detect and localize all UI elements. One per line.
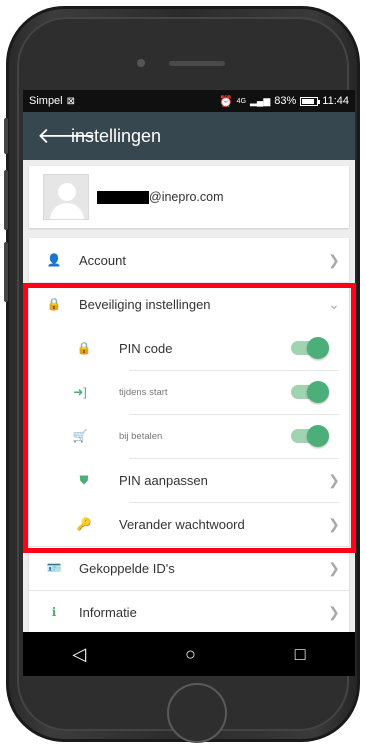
signal-label: 4G (236, 97, 247, 105)
page-title: instellingen (71, 125, 162, 146)
menu-item-when-paying: 🛒 bij betalen (29, 414, 349, 458)
menu-label: tijdens start (119, 386, 168, 398)
key-icon: 🔑 (76, 517, 92, 531)
android-nav-bar: ◁ ○ □ (23, 632, 355, 676)
shield-icon: ⛊ (79, 472, 89, 487)
earpiece-speaker (169, 61, 225, 66)
front-camera (137, 59, 145, 67)
status-bar: Simpel ⊠ ⏰ 4G ▂▄▆ 83% 11:44 (23, 90, 355, 112)
menu-label: Informatie (79, 604, 137, 620)
info-icon: ℹ (51, 605, 57, 619)
nav-home-icon[interactable]: ○ (185, 644, 196, 665)
battery-icon (300, 96, 321, 106)
lock-icon: 🔒 (46, 297, 62, 311)
avatar (43, 174, 89, 220)
email-domain: @inepro.com (149, 190, 224, 204)
menu-item-during-start: ➜] tijdens start (29, 370, 349, 414)
alarm-icon: ⏰ (218, 95, 233, 108)
chevron-down-icon: ⌄ (328, 295, 340, 312)
volume-up-button[interactable] (4, 118, 8, 154)
menu-item-security[interactable]: 🔒 Beveiliging instellingen ⌄ (29, 282, 349, 326)
menu-label: Verander wachtwoord (119, 516, 245, 532)
phone-screen: Simpel ⊠ ⏰ 4G ▂▄▆ 83% 11:44 🡐 instelling… (23, 90, 355, 676)
lock-icon: 🔒 (76, 341, 92, 355)
clock: 11:44 (322, 95, 349, 107)
hardware-home-button[interactable] (167, 683, 227, 743)
during-start-toggle[interactable] (291, 381, 329, 403)
redacted-username (97, 190, 149, 204)
user-icon: 👤 (46, 253, 62, 267)
nav-recent-icon[interactable]: □ (295, 644, 306, 665)
menu-item-pin-code: 🔒 PIN code (29, 326, 349, 370)
menu-item-change-password[interactable]: 🔑 Verander wachtwoord ❯ (29, 502, 349, 546)
chevron-right-icon: ❯ (328, 559, 340, 576)
app-bar: 🡐 instellingen (23, 112, 355, 160)
chevron-right-icon: ❯ (328, 251, 340, 268)
nav-back-icon[interactable]: ◁ (72, 644, 86, 665)
user-email: @inepro.com (97, 190, 224, 204)
menu-label: bij betalen (119, 430, 163, 442)
menu-label: Account (79, 252, 126, 268)
menu-label: PIN aanpassen (119, 472, 208, 488)
back-arrow-icon[interactable]: 🡐 (37, 123, 96, 149)
profile-card[interactable]: @inepro.com (29, 166, 349, 228)
menu-label: Beveiliging instellingen (79, 296, 211, 312)
pin-code-toggle[interactable] (291, 337, 329, 359)
menu-item-linked-ids[interactable]: 🪪 Gekoppelde ID's ❯ (29, 546, 349, 590)
menu-label: PIN code (119, 340, 173, 356)
signal-icon: ▂▄▆ (250, 95, 271, 106)
chevron-right-icon: ❯ (328, 603, 340, 620)
id-card-icon: 🪪 (46, 561, 62, 575)
battery-percent: 83% (274, 95, 297, 107)
carrier-name: Simpel (29, 95, 63, 107)
screenshot-icon: ⊠ (66, 95, 76, 107)
chevron-right-icon: ❯ (328, 515, 340, 532)
settings-list: 👤 Account ❯ 🔒 Beveiliging instellingen ⌄… (29, 238, 349, 634)
volume-down-button[interactable] (4, 170, 8, 230)
chevron-right-icon: ❯ (328, 471, 340, 488)
menu-label: Gekoppelde ID's (79, 560, 175, 576)
when-paying-toggle[interactable] (291, 425, 329, 447)
menu-item-account[interactable]: 👤 Account ❯ (29, 238, 349, 282)
menu-item-pin-change[interactable]: ⛊ PIN aanpassen ❯ (29, 458, 349, 502)
shopping-cart-icon: 🛒 (72, 429, 88, 443)
menu-item-information[interactable]: ℹ Informatie ❯ (29, 590, 349, 634)
sign-in-icon: ➜] (73, 385, 87, 399)
side-button[interactable] (4, 242, 8, 302)
